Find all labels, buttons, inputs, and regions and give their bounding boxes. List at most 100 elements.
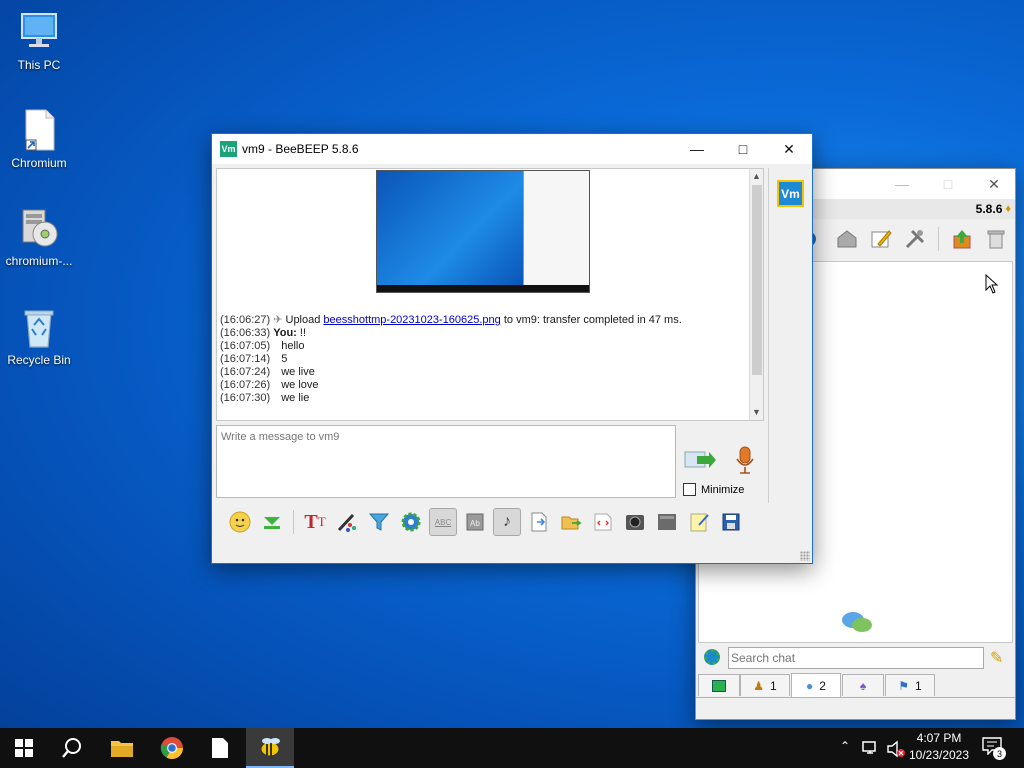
version-label: 5.8.6 [975,202,1003,216]
app-icon: Vm [220,141,237,157]
clear-search-icon[interactable]: ✎ [990,648,1003,668]
scroll-up-icon[interactable]: ▲ [752,171,761,181]
minimize-label: Minimize [701,483,745,496]
clock-time: 4:07 PM [916,731,962,745]
chat-window[interactable]: Vm vm9 - BeeBEEP 5.8.6 — □ ✕ (16:06:27) … [211,133,813,564]
format-toolbar: TT ABC Ab ♪ [226,507,745,537]
color-pen-icon[interactable] [333,508,361,536]
sound-icon[interactable]: ♪ [493,508,521,536]
toolbar-separator [938,227,939,251]
send-file-icon[interactable] [525,508,553,536]
log-line: (16:07:05) hello [220,340,305,352]
taskbar-file-explorer[interactable] [98,728,146,768]
taskbar-chromium[interactable] [148,728,196,768]
dictionary-icon[interactable]: Ab [461,508,489,536]
thumbnail-window [523,171,589,285]
tab-share[interactable]: ⚑ 1 [885,674,935,696]
desktop-icon-chromium[interactable]: Chromium [1,108,77,170]
tray-chevron-icon[interactable]: ⌃ [840,739,850,753]
tab-users[interactable]: ♟ 1 [740,674,790,696]
groups-icon: ♠ [859,678,867,693]
mail-icon[interactable] [833,225,861,253]
minimize-button[interactable]: — [674,134,720,164]
desktop-icon-recycle-bin[interactable]: Recycle Bin [1,305,77,367]
log-line: (16:07:24) we live [220,366,315,378]
recycle-bin-icon [17,305,61,349]
voice-button[interactable] [734,445,756,475]
computer-icon [712,679,726,692]
save-disk-icon[interactable] [717,508,745,536]
taskbar-search-button[interactable] [48,728,96,768]
screenshot-thumbnail[interactable] [376,170,590,293]
trash-icon[interactable] [982,225,1010,253]
minimize-button[interactable]: — [879,169,925,199]
notes-icon[interactable] [685,508,713,536]
filter-icon[interactable] [365,508,393,536]
svg-text:Ab: Ab [470,519,480,528]
resize-grip[interactable] [800,551,810,561]
edit-icon[interactable] [867,225,895,253]
desktop-icon-this-pc[interactable]: This PC [1,10,77,72]
send-button[interactable] [683,446,717,474]
screenshot-icon[interactable] [621,508,649,536]
computer-icon [17,10,61,54]
document-icon [212,738,228,758]
close-button[interactable]: ✕ [766,134,812,164]
emoticon-icon[interactable] [226,508,254,536]
search-chat-input[interactable] [728,647,984,669]
tab-groups[interactable]: ♠ [842,674,884,696]
desktop-icon-label: chromium-... [5,254,73,268]
file-link[interactable]: beesshottmp-20231023-160625.png [323,314,500,326]
tab-chats[interactable]: ● 2 [791,673,841,697]
send-folder-icon[interactable] [557,508,585,536]
desktop-icon-label: Recycle Bin [7,353,71,367]
history-icon[interactable] [653,508,681,536]
desktop-icon-chromium-installer[interactable]: chromium-... [1,206,77,268]
clock[interactable]: 4:07 PM 10/23/2023 [904,730,974,764]
spellcheck-icon[interactable]: ABC [429,508,457,536]
notification-center-button[interactable]: 3 [982,737,1006,760]
scroll-thumb[interactable] [752,185,762,375]
send-icon [684,451,716,468]
chat-window-titlebar[interactable]: Vm vm9 - BeeBEEP 5.8.6 — □ ✕ [212,134,812,164]
taskbar-notepad[interactable] [196,728,244,768]
start-button[interactable] [0,728,48,768]
minimize-checkbox[interactable] [683,483,696,496]
code-icon[interactable] [589,508,617,536]
log-line: (16:07:14) 5 [220,353,288,365]
minimize-checkbox-row[interactable]: Minimize [683,483,744,496]
desktop-icon-label: This PC [17,58,61,72]
bee-icon [260,738,280,757]
tools-icon[interactable] [901,225,929,253]
close-button[interactable]: ✕ [971,169,1017,199]
network-icon[interactable] [862,740,880,759]
users-icon: ♟ [753,678,765,693]
upload-icon[interactable] [948,225,976,253]
log-line: (16:07:26) we love [220,379,319,391]
avatar-text: Vm [781,186,800,201]
volume-muted-icon[interactable] [886,740,906,761]
thumbnail-desktop-bg [377,171,523,285]
log-line: (16:07:30) we lie [220,392,310,404]
scroll-down-icon[interactable]: ▼ [752,407,761,417]
chat-icon: ● [806,678,814,693]
windows-logo-icon [15,739,33,757]
tab-computer[interactable] [698,674,740,696]
folder-icon [111,741,133,757]
installer-icon [17,206,61,250]
file-shortcut-icon [17,108,61,152]
message-area[interactable]: (16:06:27) ✈ Upload beesshottmp-20231023… [216,168,764,421]
tab-count: 1 [915,678,922,693]
search-icon [62,738,81,758]
font-icon[interactable]: TT [301,508,329,536]
vertical-scrollbar[interactable]: ▲ ▼ [749,169,763,420]
clock-date: 10/23/2023 [908,748,970,762]
settings-gear-icon[interactable] [704,649,720,665]
taskbar-beebeep[interactable] [246,728,294,768]
maximize-button[interactable]: □ [720,134,766,164]
settings-icon[interactable] [397,508,425,536]
message-composer[interactable] [216,425,676,498]
maximize-button[interactable]: □ [925,169,971,199]
user-avatar[interactable]: Vm [777,180,804,207]
save-chat-icon[interactable] [258,508,286,536]
